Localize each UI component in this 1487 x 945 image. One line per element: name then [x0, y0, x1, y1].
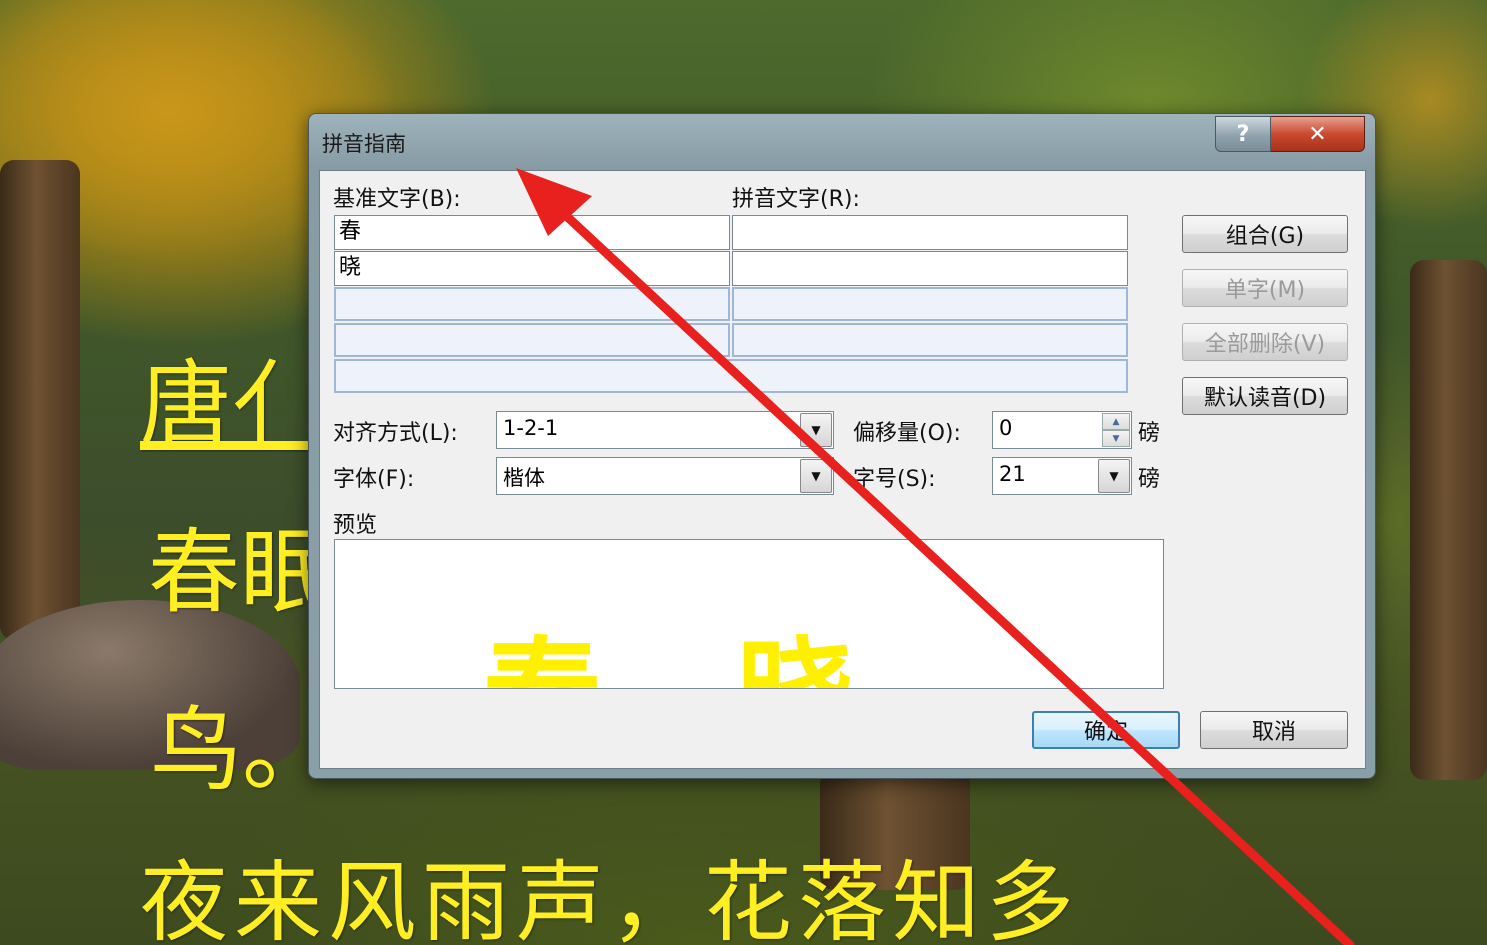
chevron-down-icon[interactable]: ▼	[800, 413, 832, 447]
pinyin-text-cell-1[interactable]	[732, 215, 1128, 250]
pinyin-text-cell-2[interactable]	[732, 251, 1128, 286]
offset-label: 偏移量(O):	[853, 421, 961, 446]
pinyin-text-cell-4[interactable]	[732, 323, 1128, 357]
cancel-button[interactable]: 取消	[1200, 711, 1348, 749]
size-select[interactable]: 21 ▼	[992, 457, 1132, 495]
size-value: 21	[999, 462, 1026, 486]
alignment-value: 1-2-1	[503, 416, 559, 440]
preview-label: 预览	[333, 513, 378, 538]
titlebar-buttons: ? ✕	[1215, 116, 1365, 152]
phonetic-guide-dialog: 拼音指南 ? ✕ 基准文字(B): 拼音文字(R): 春 晓 组合(G) 单字(…	[308, 113, 1376, 779]
chevron-down-icon[interactable]: ▼	[1098, 459, 1130, 493]
alignment-select[interactable]: 1-2-1 ▼	[496, 411, 834, 449]
base-text-label: 基准文字(B):	[333, 187, 461, 212]
poem-line-4: 夜来风雨声，花落知多	[140, 851, 1081, 945]
base-text-cell-2[interactable]: 晓	[334, 251, 730, 286]
poem-line-1: 唐亻	[140, 351, 325, 458]
ok-button[interactable]: 确定	[1032, 711, 1180, 749]
preview-char-1: 春	[483, 598, 601, 688]
pinyin-text-cell-3[interactable]	[732, 287, 1128, 321]
offset-unit: 磅	[1138, 421, 1161, 446]
help-button[interactable]: ?	[1215, 116, 1271, 152]
offset-value: 0	[999, 416, 1013, 440]
size-label: 字号(S):	[853, 467, 936, 492]
spinner-arrows[interactable]: ▲ ▼	[1102, 413, 1130, 447]
base-text-cell-4[interactable]	[334, 323, 730, 357]
poem-line-3: 鸟。	[150, 697, 335, 804]
dialog-title: 拼音指南	[322, 132, 406, 156]
base-text-cell-3[interactable]	[334, 287, 730, 321]
pinyin-text-label: 拼音文字(R):	[732, 187, 860, 212]
font-value: 楷体	[503, 466, 545, 490]
group-button[interactable]: 组合(G)	[1182, 215, 1348, 253]
offset-spinner[interactable]: 0 ▲ ▼	[992, 411, 1132, 449]
close-button[interactable]: ✕	[1271, 116, 1365, 152]
dialog-titlebar[interactable]: 拼音指南 ? ✕	[309, 114, 1375, 170]
default-reading-button[interactable]: 默认读音(D)	[1182, 377, 1348, 415]
preview-char-2: 晓	[737, 598, 855, 688]
font-label: 字体(F):	[333, 467, 415, 492]
tree-trunk-right	[1410, 260, 1487, 780]
poem-line-2: 春眠	[148, 519, 333, 626]
spin-down-icon[interactable]: ▼	[1102, 430, 1130, 447]
spin-up-icon[interactable]: ▲	[1102, 413, 1130, 430]
dialog-client-area: 基准文字(B): 拼音文字(R): 春 晓 组合(G) 单字(M) 全部删除(V…	[319, 170, 1366, 769]
font-select[interactable]: 楷体 ▼	[496, 457, 834, 495]
tree-trunk-left	[0, 160, 80, 640]
base-text-cell-5[interactable]	[334, 359, 1128, 393]
alignment-label: 对齐方式(L):	[333, 421, 458, 446]
single-char-button[interactable]: 单字(M)	[1182, 269, 1348, 307]
base-text-cell-1[interactable]: 春	[334, 215, 730, 250]
chevron-down-icon[interactable]: ▼	[800, 459, 832, 493]
size-unit: 磅	[1138, 467, 1161, 492]
preview-pane: 春 晓	[334, 539, 1164, 689]
clear-all-button[interactable]: 全部删除(V)	[1182, 323, 1348, 361]
